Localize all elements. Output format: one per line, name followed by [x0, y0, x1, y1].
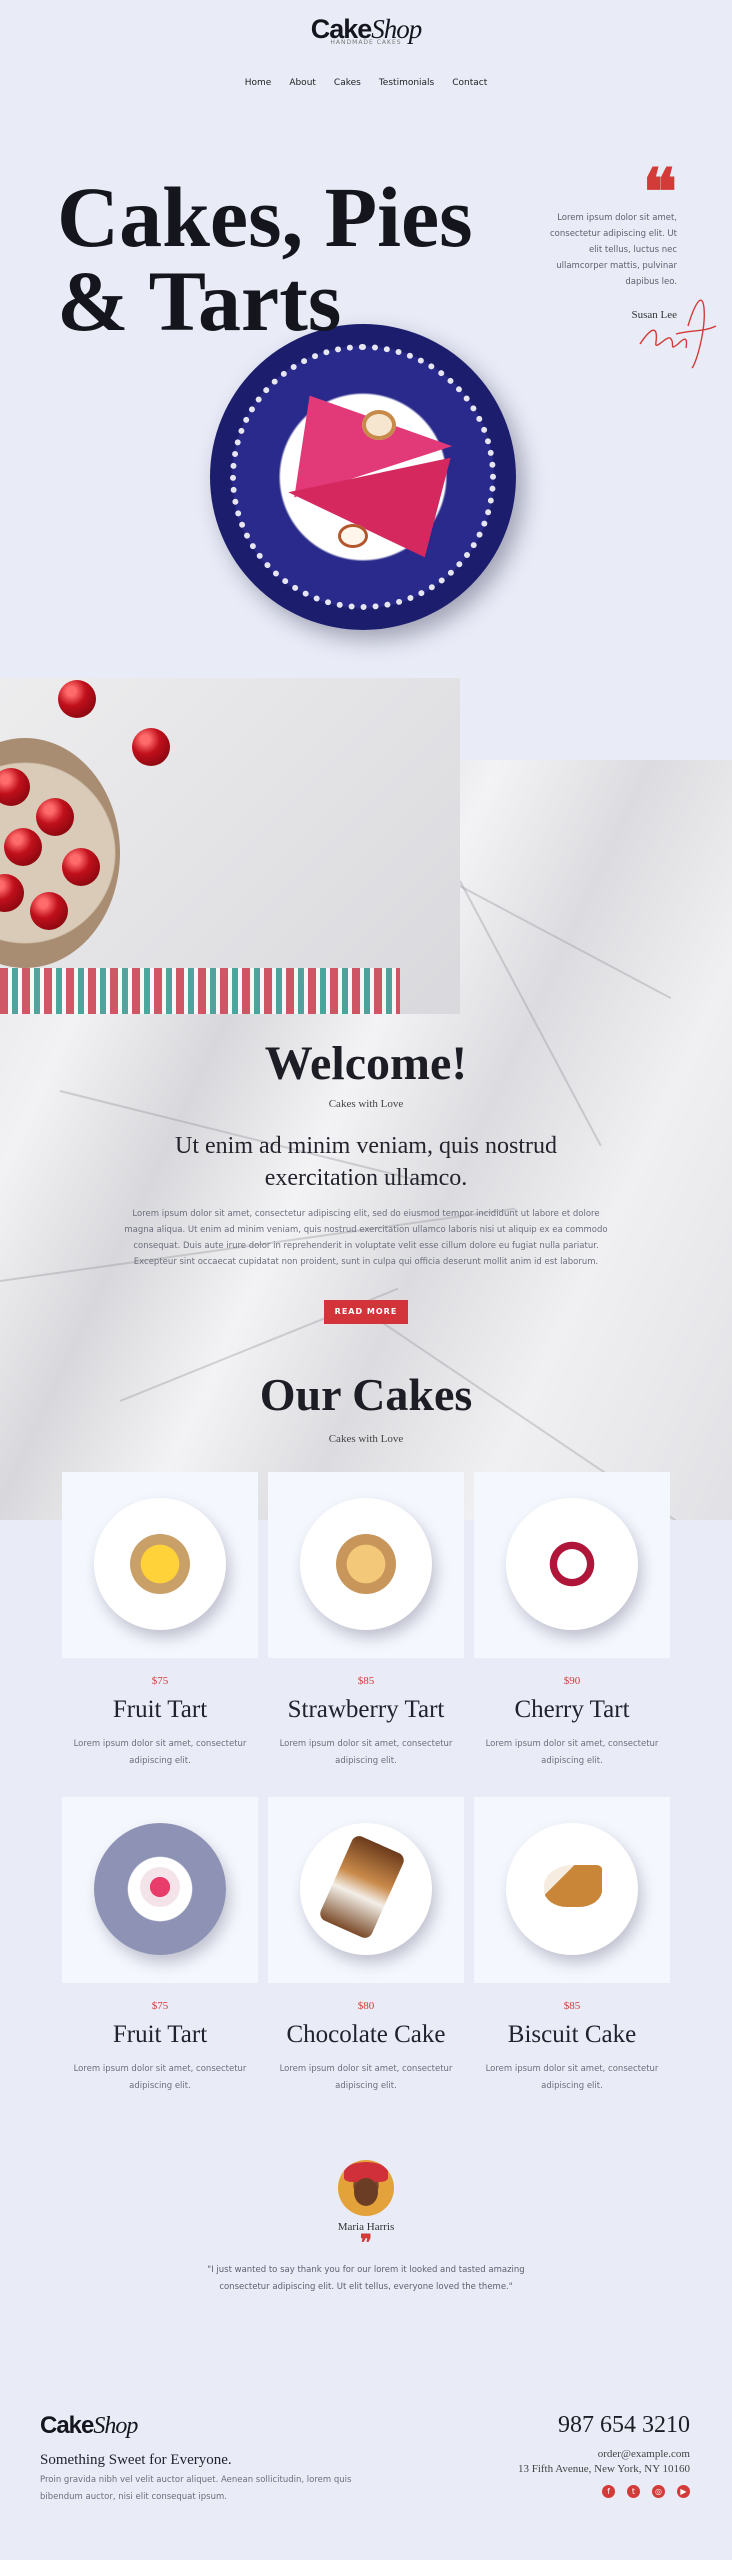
- cake-price: $90: [563, 1675, 581, 1687]
- welcome-subtitle: Cakes with Love: [328, 1098, 404, 1110]
- testimonial-avatar: [338, 2160, 394, 2216]
- nav-item-contact[interactable]: Contact: [452, 78, 487, 88]
- testimonial-quote-icon: ❞: [360, 2230, 372, 2255]
- cake-price: $75: [151, 1675, 169, 1687]
- cake-image-fruit-tart-2[interactable]: [62, 1797, 258, 1983]
- cake-image-cherry-tart[interactable]: [474, 1472, 670, 1658]
- cake-price: $85: [357, 1675, 375, 1687]
- cake-description: Lorem ipsum dolor sit amet, consectetur …: [73, 1739, 247, 1766]
- read-more-button[interactable]: READ MORE: [324, 1300, 408, 1324]
- cake-price: $80: [357, 2000, 375, 2012]
- twitter-icon[interactable]: t: [627, 2485, 640, 2498]
- nav-item-home[interactable]: Home: [245, 78, 272, 88]
- hero-title-line2: & Tarts: [57, 253, 342, 349]
- youtube-icon[interactable]: ▶: [677, 2485, 690, 2498]
- cake-description: Lorem ipsum dolor sit amet, consectetur …: [73, 2064, 247, 2091]
- welcome-title: Welcome!: [264, 1037, 468, 1090]
- footer-address: 13 Fifth Avenue, New York, NY 10160: [517, 2463, 690, 2475]
- welcome-paragraph: Lorem ipsum dolor sit amet, consectetur …: [124, 1209, 608, 1267]
- cake-price: $85: [563, 2000, 581, 2012]
- logo-subtitle: HANDMADE CAKES: [330, 39, 402, 46]
- hero-title-line1: Cakes, Pies: [57, 169, 473, 265]
- footer-logo[interactable]: CakeShop: [40, 2412, 138, 2440]
- cake-image-chocolate-cake[interactable]: [268, 1797, 464, 1983]
- nav-item-about[interactable]: About: [289, 78, 316, 88]
- hero-pie-plate-image: [210, 324, 516, 630]
- cake-description: Lorem ipsum dolor sit amet, consectetur …: [485, 2064, 659, 2091]
- footer-email[interactable]: order@example.com: [598, 2448, 690, 2460]
- cake-name[interactable]: Cherry Tart: [462, 1696, 682, 1724]
- facebook-icon[interactable]: f: [602, 2485, 615, 2498]
- nav-item-testimonials[interactable]: Testimonials: [379, 78, 434, 88]
- instagram-icon[interactable]: ◎: [652, 2485, 665, 2498]
- footer-phone[interactable]: 987 654 3210: [558, 2412, 690, 2439]
- main-nav: Home About Cakes Testimonials Contact: [0, 78, 732, 88]
- footer-logo-main: Cake: [40, 2412, 94, 2439]
- signature-image: [639, 299, 717, 369]
- social-links: f t ◎ ▶: [602, 2485, 690, 2498]
- nav-item-cakes[interactable]: Cakes: [334, 78, 361, 88]
- cake-name[interactable]: Fruit Tart: [50, 2021, 270, 2049]
- our-cakes-subtitle: Cakes with Love: [328, 1433, 404, 1445]
- cake-description: Lorem ipsum dolor sit amet, consectetur …: [485, 1739, 659, 1766]
- cake-name[interactable]: Biscuit Cake: [462, 2021, 682, 2049]
- welcome-lead: Ut enim ad minim veniam, quis nostrud ex…: [175, 1133, 557, 1191]
- testimonial-text: "I just wanted to say thank you for our …: [207, 2265, 525, 2292]
- cake-image-biscuit-cake[interactable]: [474, 1797, 670, 1983]
- cake-description: Lorem ipsum dolor sit amet, consectetur …: [279, 1739, 453, 1766]
- cake-name[interactable]: Strawberry Tart: [256, 1696, 476, 1724]
- our-cakes-title: Our Cakes: [259, 1369, 473, 1420]
- footer-tagline: Something Sweet for Everyone.: [40, 2452, 232, 2468]
- cake-name[interactable]: Fruit Tart: [50, 1696, 270, 1724]
- cake-image-strawberry-tart[interactable]: [268, 1472, 464, 1658]
- hero-title: Cakes, Pies & Tarts: [57, 174, 473, 344]
- cake-image-fruit-tart[interactable]: [62, 1472, 258, 1658]
- footer-logo-italic: Shop: [93, 2413, 138, 2439]
- cake-description: Lorem ipsum dolor sit amet, consectetur …: [279, 2064, 453, 2091]
- hero-quote-text: Lorem ipsum dolor sit amet, consectetur …: [550, 213, 677, 287]
- cake-name[interactable]: Chocolate Cake: [256, 2021, 476, 2049]
- cake-price: $75: [151, 2000, 169, 2012]
- footer-text: Proin gravida nibh vel velit auctor aliq…: [40, 2475, 352, 2502]
- site-logo[interactable]: CakeShop HANDMADE CAKES: [0, 14, 732, 46]
- cherries-photo: [0, 678, 460, 1014]
